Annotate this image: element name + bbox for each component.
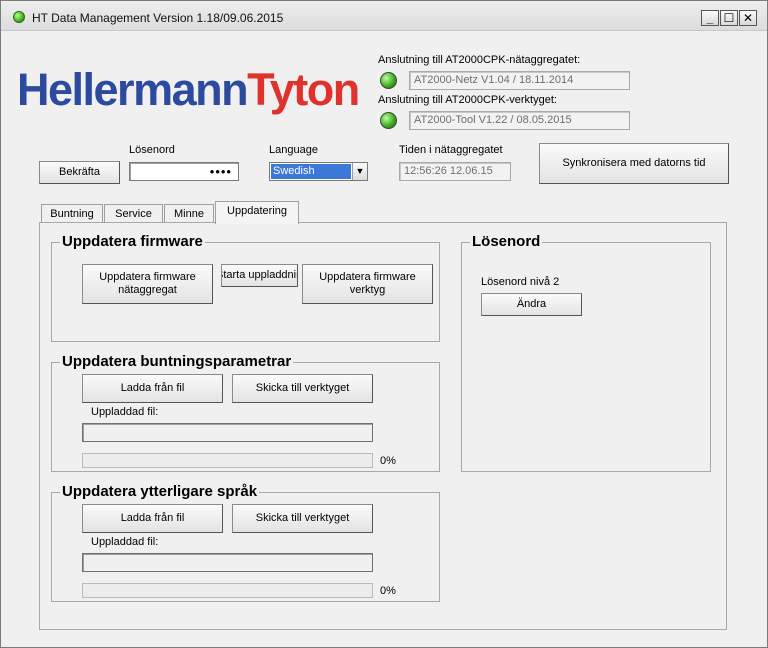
bundling-file-label: Uppladdad fil: <box>91 406 159 418</box>
languages-file-field <box>82 553 373 572</box>
languages-send-to-tool-button[interactable]: Skicka till verktyget <box>232 504 373 533</box>
bundling-progress-percent: 0% <box>380 455 396 467</box>
password-group: Lösenord Lösenord nivå 2 Ändra <box>461 233 711 472</box>
languages-progress-bar <box>82 583 373 598</box>
bundling-load-file-button[interactable]: Ladda från fil <box>82 374 223 403</box>
password-level-label: Lösenord nivå 2 <box>481 276 560 288</box>
languages-load-file-button[interactable]: Ladda från fil <box>82 504 223 533</box>
password-input[interactable]: •••• <box>129 162 239 181</box>
firmware-group-title: Uppdatera firmware <box>60 233 205 251</box>
password-masked-value: •••• <box>209 164 232 179</box>
logo-part-2: Tyton <box>247 64 360 115</box>
start-upload-label: Starta uppladdning <box>222 269 297 281</box>
tool-status-led-icon <box>380 112 397 129</box>
firmware-group: Uppdatera firmware Uppdatera firmware nä… <box>51 233 440 342</box>
password-label: Lösenord <box>129 144 175 156</box>
main-window: HT Data Management Version 1.18/09.06.20… <box>0 0 768 648</box>
bundling-params-group-title: Uppdatera buntningsparametrar <box>60 353 294 371</box>
update-firmware-netz-button[interactable]: Uppdatera firmware nätaggregat <box>82 264 213 304</box>
app-status-led-icon <box>13 11 25 23</box>
tab-minne[interactable]: Minne <box>164 204 214 223</box>
hellermanntyton-logo: HellermannTyton <box>17 64 360 115</box>
tool-connection-label: Anslutning till AT2000CPK-verktyget: <box>378 94 557 106</box>
maximize-button[interactable]: ☐ <box>720 10 738 26</box>
update-firmware-tool-button[interactable]: Uppdatera firmware verktyg <box>302 264 433 304</box>
confirm-button[interactable]: Bekräfta <box>39 161 120 184</box>
change-password-button[interactable]: Ändra <box>481 293 582 316</box>
languages-group: Uppdatera ytterligare språk Ladda från f… <box>51 483 440 602</box>
language-select[interactable]: Swedish ▼ <box>269 162 368 181</box>
language-selected-value: Swedish <box>271 164 351 179</box>
languages-group-title: Uppdatera ytterligare språk <box>60 483 260 501</box>
uppdatering-tab-panel: Uppdatera firmware Uppdatera firmware nä… <box>39 222 727 630</box>
netz-status-led-icon <box>380 72 397 89</box>
bundling-send-to-tool-button[interactable]: Skicka till verktyget <box>232 374 373 403</box>
window-title: HT Data Management Version 1.18/09.06.20… <box>32 11 284 25</box>
tab-uppdatering[interactable]: Uppdatering <box>215 201 299 224</box>
netz-connection-label: Anslutning till AT2000CPK-nätaggregatet: <box>378 54 581 66</box>
password-group-title: Lösenord <box>470 233 543 251</box>
bundling-file-field <box>82 423 373 442</box>
update-firmware-netz-label: Uppdatera firmware nätaggregat <box>99 271 196 296</box>
start-upload-button[interactable]: Starta uppladdning <box>221 264 298 287</box>
bundling-progress-bar <box>82 453 373 468</box>
logo-part-1: Hellermann <box>17 64 249 115</box>
minimize-button[interactable]: _ <box>701 10 719 26</box>
tab-buntning[interactable]: Buntning <box>41 204 103 223</box>
time-field: 12:56:26 12.06.15 <box>399 162 511 181</box>
sync-time-button[interactable]: Synkronisera med datorns tid <box>539 143 729 184</box>
tab-service[interactable]: Service <box>104 204 163 223</box>
language-label: Language <box>269 144 318 156</box>
netz-connection-field: AT2000-Netz V1.04 / 18.11.2014 <box>409 71 630 90</box>
languages-progress-percent: 0% <box>380 585 396 597</box>
bundling-params-group: Uppdatera buntningsparametrar Ladda från… <box>51 353 440 472</box>
languages-file-label: Uppladdad fil: <box>91 536 159 548</box>
title-bar[interactable]: HT Data Management Version 1.18/09.06.20… <box>1 1 767 31</box>
chevron-down-icon[interactable]: ▼ <box>352 163 367 180</box>
update-firmware-tool-label: Uppdatera firmware verktyg <box>319 271 416 296</box>
close-button[interactable]: ✕ <box>739 10 757 26</box>
tool-connection-field: AT2000-Tool V1.22 / 08.05.2015 <box>409 111 630 130</box>
time-label: Tiden i nätaggregatet <box>399 144 503 156</box>
